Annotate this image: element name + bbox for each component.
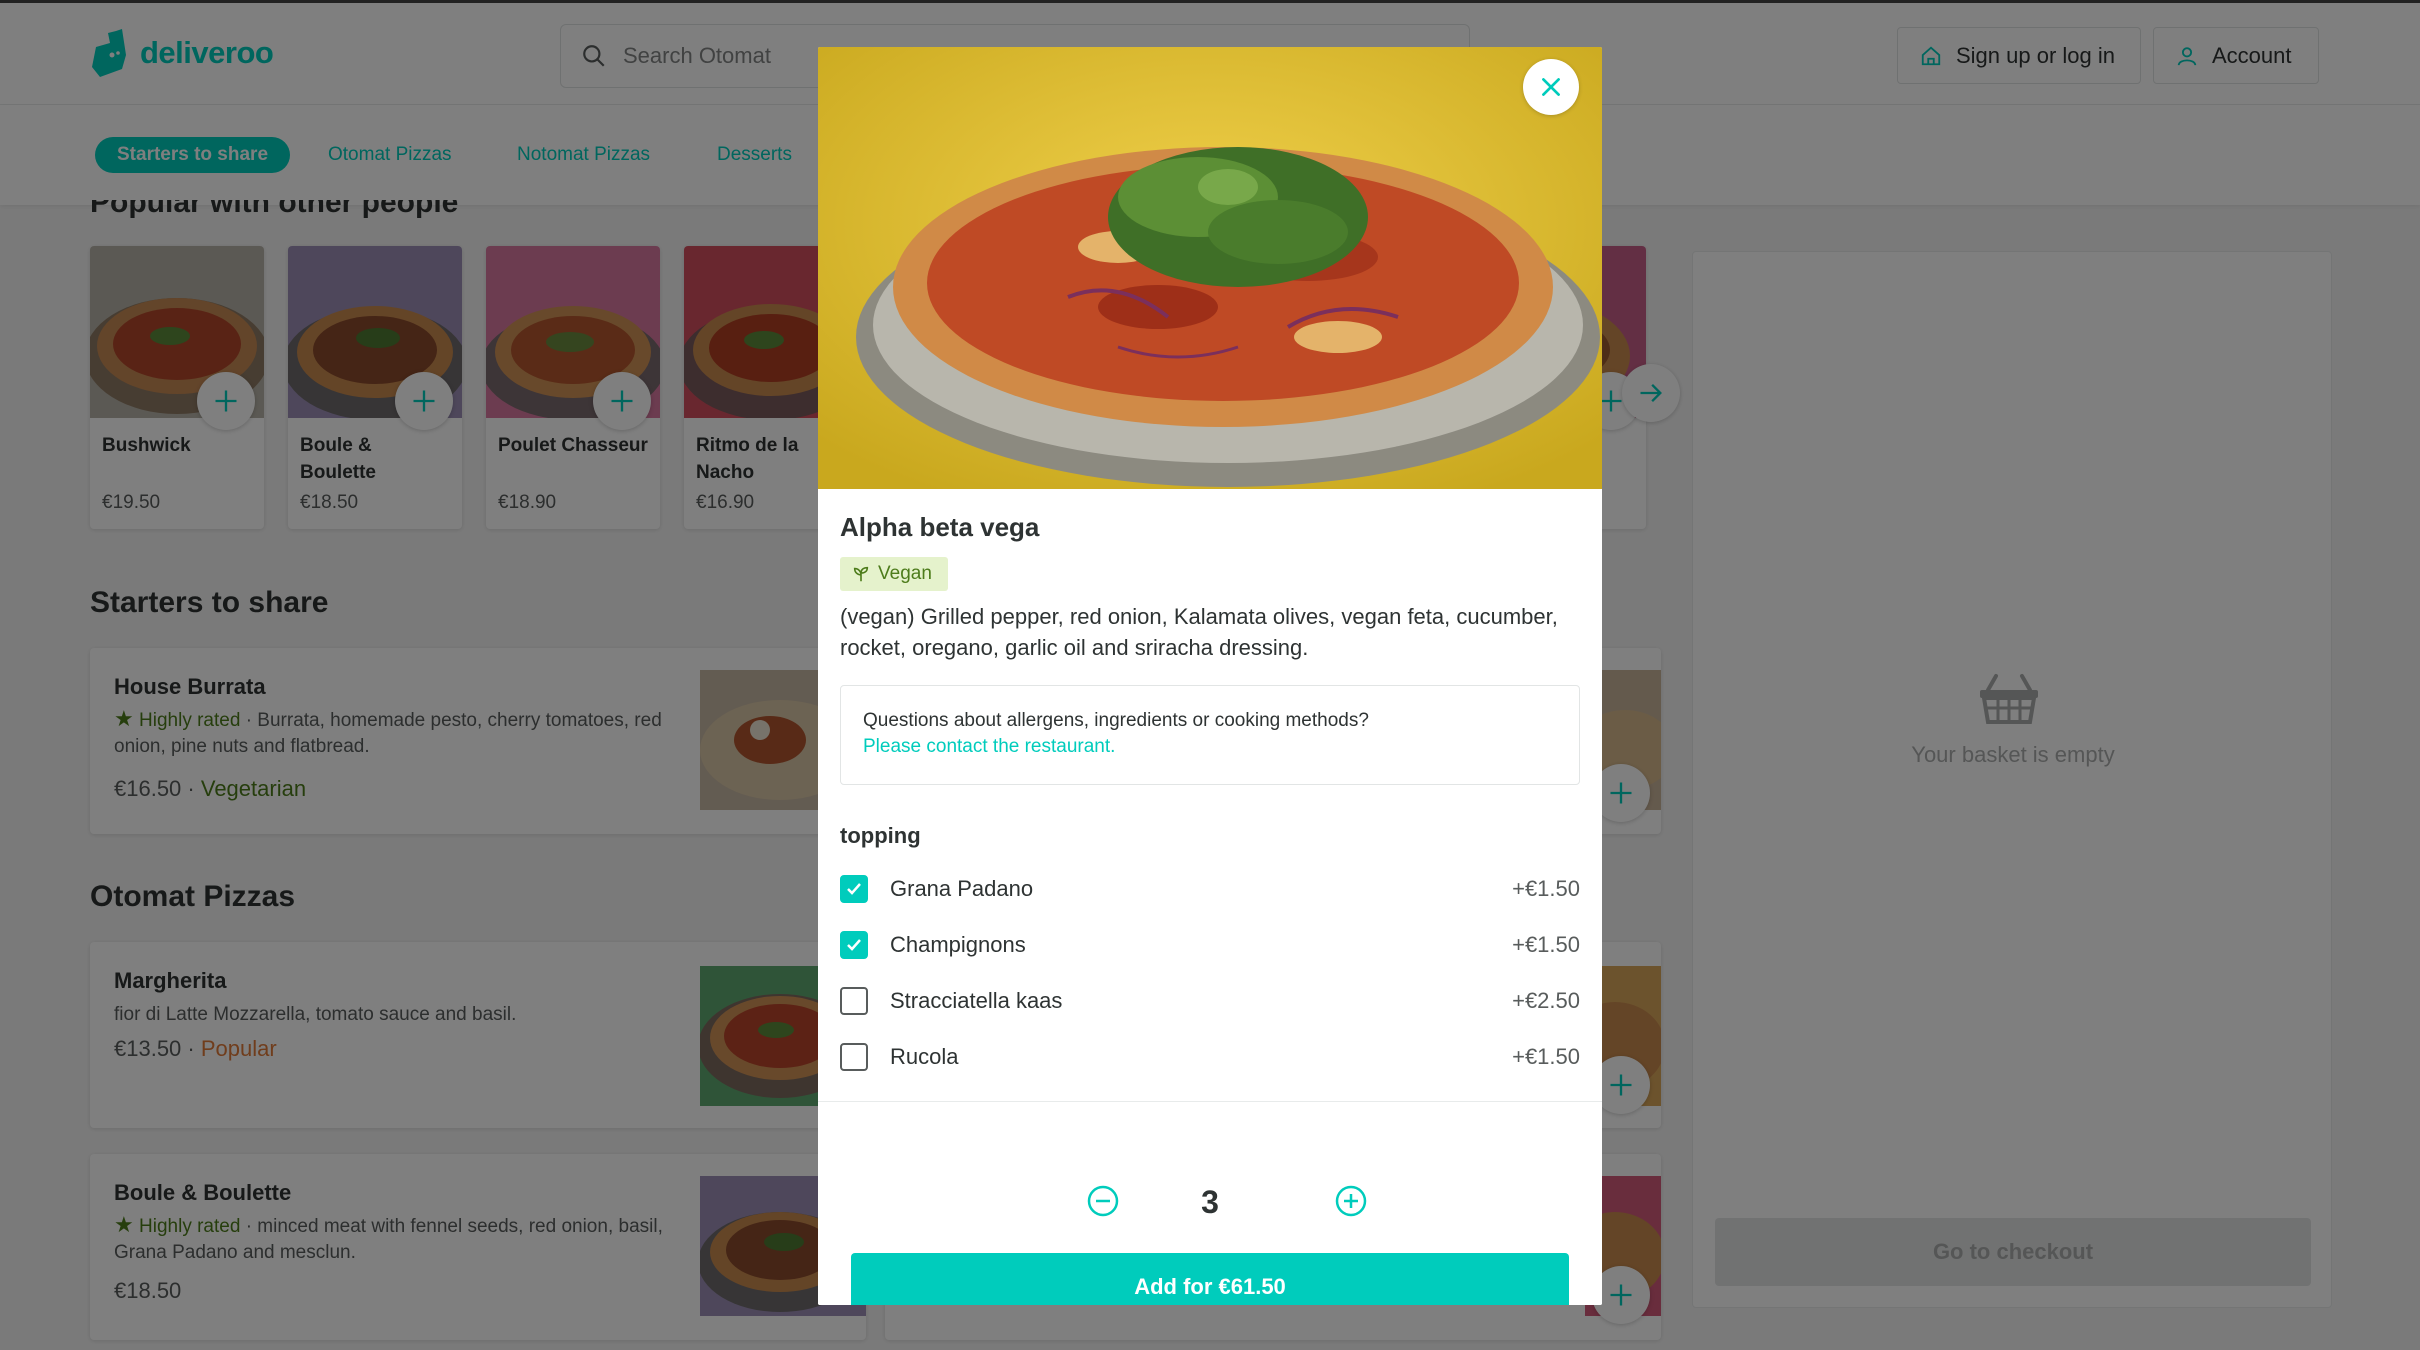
minus-circle-icon[interactable]: [1086, 1184, 1120, 1218]
option-row[interactable]: Champignons +€1.50: [840, 925, 1580, 965]
option-label: Stracciatella kaas: [890, 988, 1063, 1013]
plus-circle-icon[interactable]: [1334, 1184, 1368, 1218]
item-title: Alpha beta vega: [840, 512, 1040, 542]
option-group-title: topping: [840, 823, 921, 848]
option-label: Grana Padano: [890, 876, 1034, 901]
vegan-badge: Vegan: [840, 557, 948, 591]
add-to-basket-button[interactable]: Add for €61.50: [851, 1253, 1569, 1305]
option-price: +€1.50: [1512, 932, 1580, 957]
check-icon: [847, 883, 861, 895]
close-icon: [1542, 78, 1560, 96]
option-row[interactable]: Grana Padano +€1.50: [840, 869, 1580, 909]
option-checkbox[interactable]: [840, 875, 868, 903]
option-price: +€1.50: [1512, 1044, 1580, 1069]
modal-footer: 3 Add for €61.50: [818, 1101, 1602, 1305]
option-checkbox[interactable]: [840, 931, 868, 959]
quantity-value: 3: [1201, 1184, 1219, 1220]
option-row[interactable]: Stracciatella kaas +€2.50: [840, 981, 1580, 1021]
option-row[interactable]: Rucola +€1.50: [840, 1037, 1580, 1077]
pizza-hero-image: [818, 47, 1602, 489]
item-description: (vegan) Grilled pepper, red onion, Kalam…: [840, 604, 1558, 660]
allergen-info-box: Questions about allergens, ingredients o…: [840, 685, 1580, 785]
close-modal-button[interactable]: [1523, 59, 1579, 115]
allergen-question: Questions about allergens, ingredients o…: [863, 710, 1369, 731]
option-checkbox[interactable]: [840, 1043, 868, 1071]
leaf-icon: [853, 566, 869, 582]
option-label: Rucola: [890, 1044, 959, 1069]
item-detail-modal: Alpha beta vega Vegan (vegan) Grilled pe…: [818, 47, 1602, 1305]
option-price: +€1.50: [1512, 876, 1580, 901]
option-label: Champignons: [890, 932, 1026, 957]
vegan-badge-label: Vegan: [878, 563, 932, 584]
option-price: +€2.50: [1512, 988, 1580, 1013]
check-icon: [847, 939, 861, 951]
option-checkbox[interactable]: [840, 987, 868, 1015]
contact-restaurant-link[interactable]: Please contact the restaurant.: [863, 734, 1579, 760]
